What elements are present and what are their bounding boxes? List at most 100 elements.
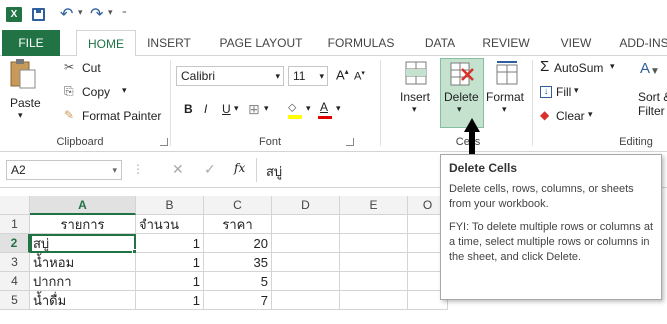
row-header[interactable]: 3: [0, 253, 30, 272]
borders-icon[interactable]: ⊞: [248, 101, 260, 118]
table-cell[interactable]: [272, 253, 340, 272]
insert-cells-button[interactable]: Insert ▾: [398, 60, 440, 130]
fill-color-button[interactable]: ⬦: [288, 100, 302, 119]
table-cell[interactable]: [340, 253, 408, 272]
column-header-d[interactable]: D: [272, 196, 340, 215]
table-cell[interactable]: ปากกา: [30, 272, 136, 291]
alignment-group-stub: [386, 56, 388, 57]
tab-review[interactable]: REVIEW: [478, 30, 534, 56]
row-header[interactable]: 1: [0, 215, 30, 234]
tab-page-layout[interactable]: PAGE LAYOUT: [218, 30, 304, 56]
customize-toolbar-icon[interactable]: ₌: [122, 6, 127, 17]
grow-font-button[interactable]: A▴: [336, 67, 349, 82]
save-icon[interactable]: [32, 8, 45, 21]
font-color-swatch: [318, 116, 332, 119]
table-cell[interactable]: [272, 291, 340, 310]
table-cell[interactable]: น้ำดื่ม: [30, 291, 136, 310]
fill-button[interactable]: ↓ Fill ▾: [538, 84, 598, 102]
eraser-icon: ◆: [540, 108, 550, 122]
sigma-icon: Σ: [540, 58, 550, 75]
underline-button[interactable]: U: [222, 102, 231, 116]
insert-function-button[interactable]: fx: [234, 161, 245, 175]
ribbon-divider: [532, 60, 533, 146]
row-header[interactable]: 5: [0, 291, 30, 310]
selected-cell[interactable]: สบู่: [30, 234, 136, 253]
italic-button[interactable]: I: [204, 102, 207, 116]
autosum-button[interactable]: Σ AutoSum ▾: [538, 58, 624, 78]
brush-icon: ✎: [64, 108, 75, 122]
row-header[interactable]: 4: [0, 272, 30, 291]
tab-data[interactable]: DATA: [418, 30, 462, 56]
insert-cells-icon: [405, 61, 427, 85]
shrink-font-button[interactable]: A▾: [354, 69, 365, 83]
cut-button[interactable]: ✂ Cut: [64, 60, 154, 78]
tab-insert[interactable]: INSERT: [142, 30, 196, 56]
chevron-down-icon: ▾: [275, 71, 280, 81]
tab-file[interactable]: FILE: [2, 30, 60, 56]
column-header-e[interactable]: E: [340, 196, 408, 215]
row-header[interactable]: 2: [0, 234, 30, 253]
format-cells-icon: [496, 61, 518, 85]
sort-filter-button[interactable]: A ▼ Sort & Filter: [636, 60, 667, 130]
table-cell[interactable]: รายการ: [30, 215, 136, 234]
table-cell[interactable]: 1: [136, 291, 204, 310]
copy-dropdown-icon: ▾: [122, 85, 127, 95]
underline-dropdown-icon[interactable]: ▾: [234, 103, 239, 114]
font-color-dropdown-icon[interactable]: ▾: [336, 103, 341, 114]
paste-button[interactable]: Paste ▾: [8, 58, 44, 122]
font-launcher-icon[interactable]: [346, 138, 354, 146]
copy-icon: ⎘: [64, 84, 74, 98]
table-cell[interactable]: 1: [136, 272, 204, 291]
confirm-entry-icon[interactable]: ✓: [204, 161, 216, 178]
undo-dropdown-icon[interactable]: ▾: [78, 7, 83, 18]
cancel-entry-icon[interactable]: ✕: [172, 161, 184, 178]
redo-icon[interactable]: ↷: [90, 4, 103, 24]
column-header-a[interactable]: A: [30, 196, 136, 215]
table-cell[interactable]: 1: [136, 234, 204, 253]
fill-color-dropdown-icon[interactable]: ▾: [306, 103, 311, 114]
tab-add-ins[interactable]: ADD-INS: [614, 30, 667, 56]
table-cell[interactable]: 5: [204, 272, 272, 291]
fill-bucket-icon: ⬦: [288, 100, 297, 114]
table-cell[interactable]: [340, 215, 408, 234]
table-cell[interactable]: [340, 272, 408, 291]
redo-dropdown-icon[interactable]: ▾: [108, 7, 113, 18]
table-cell[interactable]: ราคา: [204, 215, 272, 234]
formula-input[interactable]: สบู่: [266, 161, 282, 182]
table-cell[interactable]: จำนวน: [136, 215, 204, 234]
delete-cells-icon: [450, 62, 474, 86]
format-cells-button[interactable]: Format ▾: [486, 60, 530, 130]
borders-dropdown-icon[interactable]: ▾: [264, 103, 269, 114]
table-cell[interactable]: 7: [204, 291, 272, 310]
table-cell[interactable]: น้ำหอม: [30, 253, 136, 272]
name-box[interactable]: A2 ▾: [6, 160, 122, 180]
font-size-select[interactable]: 11 ▾: [288, 66, 328, 86]
table-cell[interactable]: 20: [204, 234, 272, 253]
undo-icon[interactable]: ↶: [60, 4, 73, 24]
scissors-icon: ✂: [64, 60, 75, 74]
table-cell[interactable]: 35: [204, 253, 272, 272]
table-cell[interactable]: [272, 215, 340, 234]
font-color-button[interactable]: A: [318, 100, 332, 120]
bold-button[interactable]: B: [184, 102, 193, 116]
tab-formulas[interactable]: FORMULAS: [326, 30, 396, 56]
clipboard-launcher-icon[interactable]: [160, 138, 168, 146]
table-cell[interactable]: 1: [136, 253, 204, 272]
tab-view[interactable]: VIEW: [556, 30, 596, 56]
column-header-c[interactable]: C: [204, 196, 272, 215]
excel-app-icon: X: [6, 7, 22, 22]
copy-button[interactable]: ⎘ Copy ▾: [64, 84, 154, 102]
format-painter-button[interactable]: ✎ Format Painter: [64, 108, 164, 126]
fill-down-icon: ↓: [540, 86, 552, 98]
clear-button[interactable]: ◆ Clear ▾: [538, 108, 608, 126]
column-header-b[interactable]: B: [136, 196, 204, 215]
tab-home[interactable]: HOME: [76, 30, 136, 57]
name-box-value: A2: [11, 163, 26, 177]
font-name-select[interactable]: Calibri ▾: [176, 66, 284, 86]
ribbon: Paste ▾ ✂ Cut ⎘ Copy ▾ ✎ Format Painter …: [0, 56, 667, 152]
table-cell[interactable]: [272, 234, 340, 253]
table-cell[interactable]: [340, 234, 408, 253]
select-all-corner[interactable]: [0, 196, 30, 215]
table-cell[interactable]: [272, 272, 340, 291]
table-cell[interactable]: [340, 291, 408, 310]
